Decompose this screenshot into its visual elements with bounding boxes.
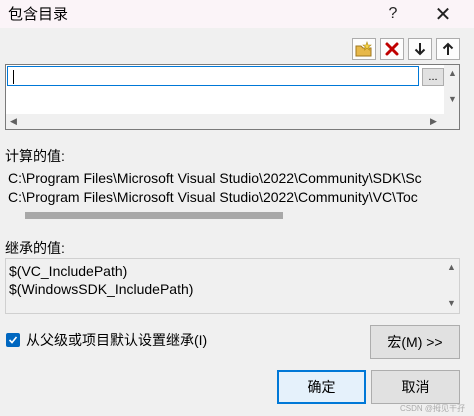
delete-x-icon: [385, 42, 399, 56]
help-button[interactable]: ?: [370, 0, 416, 28]
watermark: CSDN @拇见干孖: [400, 404, 466, 413]
directory-entry-input[interactable]: [7, 66, 419, 86]
move-down-button[interactable]: [408, 38, 432, 60]
arrow-down-icon: [414, 43, 426, 56]
inherit-checkbox-label: 从父级或项目默认设置继承(I): [26, 332, 208, 348]
scroll-down-icon[interactable]: ▼: [447, 299, 456, 308]
macros-button[interactable]: 宏(M) >>: [370, 325, 460, 359]
scroll-left-icon[interactable]: ◀: [10, 117, 17, 126]
inherit-checkbox[interactable]: [6, 333, 20, 347]
ok-button[interactable]: 确定: [277, 370, 366, 404]
new-line-button[interactable]: [352, 38, 376, 60]
scroll-up-icon[interactable]: ▲: [448, 69, 457, 78]
inherit-checkbox-row[interactable]: 从父级或项目默认设置继承(I): [6, 330, 207, 350]
arrow-up-icon: [442, 42, 454, 55]
move-up-button[interactable]: [436, 38, 460, 60]
folder-new-icon: [355, 41, 372, 57]
include-directories-dialog: 包含目录 ? ✕ ... ▲ ▼ ◀ ▶ 计算的值: C:\Program Fi…: [0, 0, 474, 416]
evaluated-scroll-thumb[interactable]: [25, 212, 283, 219]
checkmark-icon: [8, 336, 18, 344]
directory-list[interactable]: ... ▲ ▼ ◀ ▶: [5, 64, 460, 130]
scroll-up-icon[interactable]: ▲: [447, 263, 456, 272]
evaluated-line: C:\Program Files\Microsoft Visual Studio…: [8, 189, 418, 205]
evaluated-value-label: 计算的值:: [5, 148, 65, 164]
inherited-line: $(VC_IncludePath): [9, 263, 128, 279]
evaluated-line: C:\Program Files\Microsoft Visual Studio…: [8, 170, 422, 186]
delete-line-button[interactable]: [380, 38, 404, 60]
title-bar: 包含目录 ? ✕: [0, 0, 474, 28]
scroll-down-icon[interactable]: ▼: [448, 95, 457, 104]
scroll-right-icon[interactable]: ▶: [430, 117, 437, 126]
inherited-value-box: $(VC_IncludePath) $(WindowsSDK_IncludePa…: [5, 258, 460, 314]
horizontal-scrollbar[interactable]: ◀ ▶: [6, 114, 444, 129]
cancel-button[interactable]: 取消: [371, 370, 460, 404]
browse-button[interactable]: ...: [422, 68, 444, 86]
text-caret: [13, 70, 14, 84]
inherited-value-label: 继承的值:: [5, 240, 65, 256]
inherited-line: $(WindowsSDK_IncludePath): [9, 281, 194, 297]
vertical-scrollbar[interactable]: ▲ ▼: [444, 65, 459, 129]
dialog-title: 包含目录: [8, 6, 69, 23]
close-button[interactable]: ✕: [420, 0, 466, 28]
evaluated-value-box: C:\Program Files\Microsoft Visual Studio…: [5, 166, 460, 224]
